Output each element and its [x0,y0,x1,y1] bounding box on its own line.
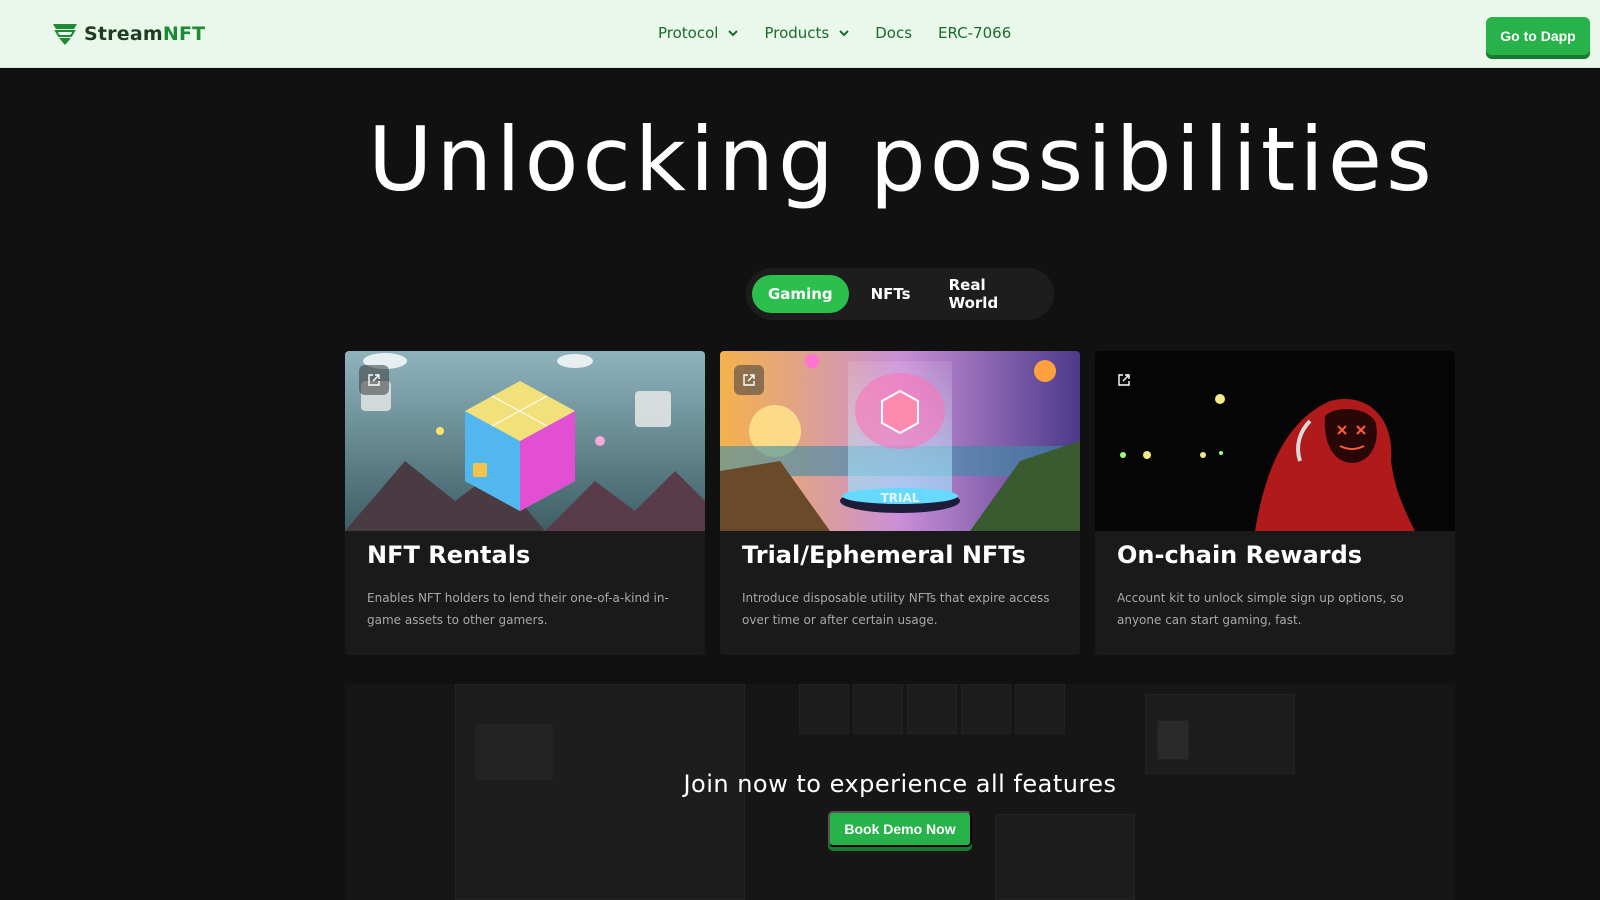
card-description: Introduce disposable utility NFTs that e… [742,591,1050,627]
preview-grid-tile [1015,684,1065,734]
trial-badge-label: TRIAL [880,491,920,505]
chevron-down-icon [728,29,739,36]
preview-avatar-thumb [1157,720,1189,760]
hooded-gamer-image [1095,351,1455,531]
nav-item-label: Docs [875,24,913,42]
external-link-icon[interactable] [734,365,764,395]
nav-item-protocol[interactable]: Protocol [658,24,739,42]
preview-grid-tile [961,684,1011,734]
external-link-icon[interactable] [359,365,389,395]
go-to-dapp-button[interactable]: Go to Dapp [1486,17,1590,55]
preview-grid-tile [799,684,849,734]
navbar: StreamNFT Protocol Products Docs ERC-706… [0,0,1600,68]
chevron-down-icon [839,29,849,36]
nav-item-docs[interactable]: Docs [875,24,912,42]
nav-item-products[interactable]: Products [764,24,849,42]
preview-side-panel [995,814,1135,900]
card-title: Trial/Ephemeral NFTs [742,541,1026,569]
tab-nfts[interactable]: NFTs [855,275,927,313]
brand-name: StreamNFT [84,23,206,45]
card-trial-ephemeral-nfts[interactable]: TRIAL Trial/Ephemeral NFTs Introduce dis… [720,351,1080,655]
external-link-icon[interactable] [1109,365,1139,395]
join-cta-text: Join now to experience all features [683,770,1117,798]
nav-item-label: Protocol [658,24,719,42]
card-title: NFT Rentals [367,541,531,569]
book-demo-button[interactable]: Book Demo Now [828,811,972,847]
tab-gaming[interactable]: Gaming [752,275,849,313]
category-tabs: Gaming NFTs Real World [746,268,1054,320]
card-on-chain-rewards[interactable]: On-chain Rewards Account kit to unlock s… [1095,351,1455,655]
brand-logo[interactable]: StreamNFT [52,22,205,46]
nav-item-erc-7066[interactable]: ERC-7066 [938,24,1011,42]
main-nav: Protocol Products Docs ERC-7066 [658,24,1037,42]
logo-icon [53,24,77,45]
nav-item-label: ERC-7066 [938,24,1012,42]
isometric-cube-image [345,351,705,531]
hero-title: Unlocking possibilities [368,108,1436,211]
preview-grid-tile [853,684,903,734]
tab-real-world[interactable]: Real World [933,275,1042,313]
card-nft-rentals[interactable]: NFT Rentals Enables NFT holders to lend … [345,351,705,655]
preview-grid-tile [907,684,957,734]
card-title: On-chain Rewards [1117,541,1363,569]
card-description: Account kit to unlock simple sign up opt… [1117,591,1404,627]
nav-item-label: Products [764,24,830,42]
feature-cards: NFT Rentals Enables NFT holders to lend … [345,351,1455,655]
trial-portal-image: TRIAL [720,351,1080,531]
card-description: Enables NFT holders to lend their one-of… [367,591,669,627]
